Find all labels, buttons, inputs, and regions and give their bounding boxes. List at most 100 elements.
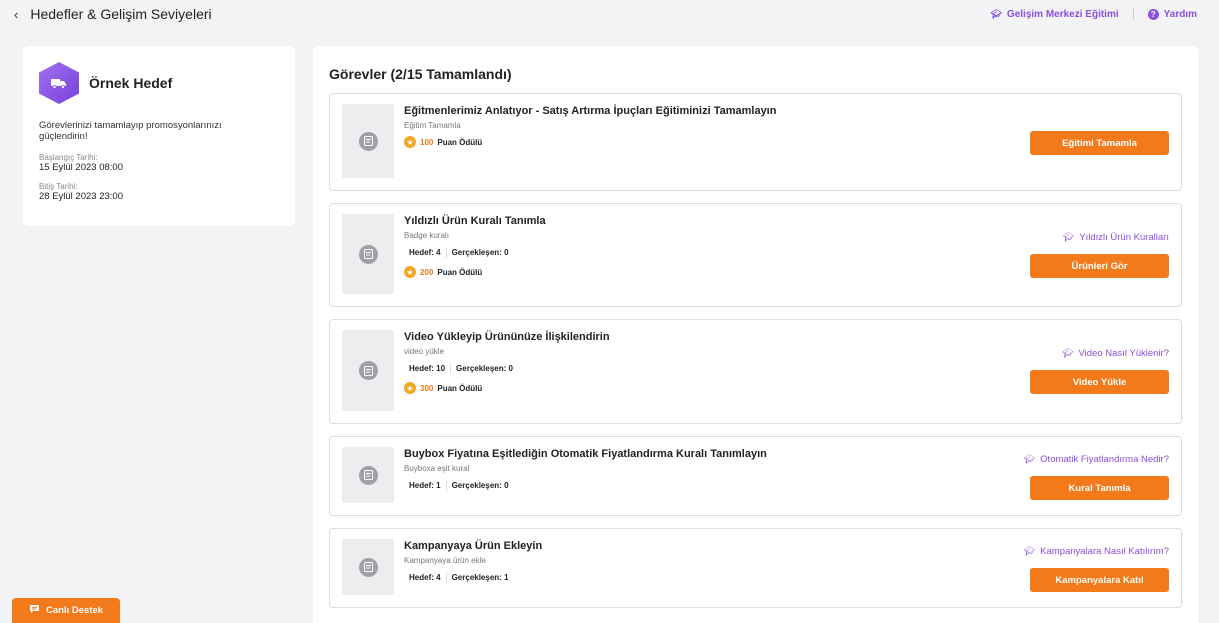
task-thumbnail	[342, 447, 394, 503]
define-rule-button[interactable]: Kural Tanımla	[1030, 476, 1169, 500]
graduation-cap-icon: 🎓︎	[1062, 348, 1074, 358]
task-subtitle: Eğitim Tamamla	[404, 121, 461, 130]
task-stats: Hedef: 4 Gerçekleşen: 1	[404, 571, 542, 584]
complete-training-button[interactable]: Eğitimi Tamamla	[1030, 131, 1169, 155]
task-card: Yıldızlı Ürün Kuralı Tanımla Badge kural…	[329, 203, 1182, 307]
document-icon	[358, 557, 378, 577]
document-icon	[358, 131, 378, 151]
task-card: Eğitmenlerimiz Anlatıyor - Satış Artırma…	[329, 93, 1182, 191]
top-bar: ‹ Hedefler & Gelişim Seviyeleri 🎓︎ Geliş…	[0, 0, 1219, 28]
target-label: Hedef:	[409, 364, 434, 373]
join-campaigns-button[interactable]: Kampanyalara Katıl	[1030, 568, 1169, 592]
help-icon: ?	[1147, 8, 1159, 20]
task-body: Kampanyaya Ürün Ekleyin Kampanyaya ürün …	[404, 539, 542, 597]
chat-icon	[29, 604, 40, 617]
target-stat: Hedef: 10	[404, 362, 450, 375]
task-stats: Hedef: 1 Gerçekleşen: 0	[404, 479, 767, 492]
help-link-label: Yardım	[1163, 8, 1197, 20]
goal-title: Örnek Hedef	[89, 75, 173, 91]
actual-value: 0	[504, 248, 509, 257]
task-subtitle: Buyboxa eşit kural	[404, 464, 470, 473]
training-link[interactable]: 🎓︎ Gelişim Merkezi Eğitimi	[990, 9, 1118, 20]
reward-points: 300	[420, 383, 434, 393]
actual-label: Gerçekleşen:	[451, 481, 502, 490]
end-date-value: 28 Eylül 2023 23:00	[39, 190, 123, 202]
target-value: 10	[436, 364, 446, 373]
task-reward: ★ 300 Puan Ödülü	[404, 382, 610, 394]
graduation-cap-icon: 🎓︎	[1062, 232, 1075, 242]
help-link[interactable]: ? Yardım	[1147, 8, 1197, 20]
guide-link[interactable]: 🎓︎ Otomatik Fiyatlandırma Nedir?	[1024, 454, 1169, 465]
goal-card: Örnek Hedef Görevlerinizi tamamlayıp pro…	[23, 46, 295, 226]
document-icon	[358, 244, 378, 264]
task-thumbnail	[342, 214, 394, 294]
truck-icon	[39, 62, 79, 104]
task-actions: 🎓︎ Kampanyalara Nasıl Katılırım? Kampany…	[1024, 546, 1169, 592]
task-title: Yıldızlı Ürün Kuralı Tanımla	[404, 215, 546, 227]
header-links: 🎓︎ Gelişim Merkezi Eğitimi ? Yardım	[990, 8, 1197, 20]
goal-description: Görevlerinizi tamamlayıp promosyonlarını…	[39, 120, 222, 143]
header-left: ‹ Hedefler & Gelişim Seviyeleri	[14, 6, 212, 22]
guide-link[interactable]: 🎓︎ Yıldızlı Ürün Kuralları	[1063, 232, 1169, 243]
live-support-label: Canlı Destek	[45, 605, 104, 616]
target-stat: Hedef: 4	[404, 246, 446, 259]
upload-video-button[interactable]: Video Yükle	[1030, 370, 1169, 394]
actual-label: Gerçekleşen:	[451, 248, 502, 257]
graduation-cap-icon: 🎓︎	[1023, 454, 1036, 464]
task-title: Buybox Fiyatına Eşitlediğin Otomatik Fiy…	[404, 448, 767, 460]
task-title: Kampanyaya Ürün Ekleyin	[404, 540, 543, 552]
task-body: Video Yükleyip Ürününüze İlişkilendirin …	[404, 330, 610, 413]
reward-suffix: Puan Ödülü	[437, 267, 483, 277]
star-icon: ★	[404, 382, 416, 394]
document-icon	[358, 361, 378, 380]
task-actions: 🎓︎ Otomatik Fiyatlandırma Nedir? Kural T…	[1024, 454, 1169, 500]
actual-stat: Gerçekleşen: 0	[447, 246, 514, 259]
live-support-button[interactable]: Canlı Destek	[12, 598, 120, 623]
tasks-title: Görevler (2/15 Tamamlandı)	[329, 66, 512, 82]
back-chevron-icon[interactable]: ‹	[14, 7, 18, 22]
task-body: Eğitmenlerimiz Anlatıyor - Satış Artırma…	[404, 104, 776, 180]
actual-stat: Gerçekleşen: 0	[447, 479, 514, 492]
task-reward: ★ 200 Puan Ödülü	[404, 266, 546, 278]
star-icon: ★	[404, 266, 416, 278]
goal-header: Örnek Hedef	[39, 62, 279, 104]
training-link-label: Gelişim Merkezi Eğitimi	[1006, 8, 1119, 20]
actual-label: Gerçekleşen:	[451, 573, 502, 582]
guide-link[interactable]: 🎓︎ Video Nasıl Yüklenir?	[1062, 348, 1169, 359]
task-subtitle: video yükle	[404, 347, 445, 356]
task-title: Video Yükleyip Ürününüze İlişkilendirin	[404, 331, 610, 343]
tasks-panel: Görevler (2/15 Tamamlandı) Eğitmenlerimi…	[313, 46, 1198, 623]
task-thumbnail	[342, 330, 394, 411]
target-label: Hedef:	[409, 573, 434, 582]
task-actions: 🎓︎ Yıldızlı Ürün Kuralları Ürünleri Gör	[1030, 232, 1169, 278]
task-thumbnail	[342, 539, 394, 595]
task-body: Buybox Fiyatına Eşitlediğin Otomatik Fiy…	[404, 447, 767, 505]
guide-link-label: Video Nasıl Yüklenir?	[1078, 348, 1169, 359]
divider	[1132, 8, 1134, 20]
task-stats: Hedef: 10 Gerçekleşen: 0	[404, 362, 610, 375]
guide-link[interactable]: 🎓︎ Kampanyalara Nasıl Katılırım?	[1024, 546, 1169, 557]
actual-stat: Gerçekleşen: 1	[447, 571, 514, 584]
target-value: 1	[436, 481, 441, 490]
actual-stat: Gerçekleşen: 0	[451, 362, 518, 375]
guide-link-label: Otomatik Fiyatlandırma Nedir?	[1040, 454, 1169, 465]
reward-suffix: Puan Ödülü	[437, 137, 483, 147]
task-title: Eğitmenlerimiz Anlatıyor - Satış Artırma…	[404, 105, 777, 117]
target-stat: Hedef: 1	[404, 479, 446, 492]
guide-link-label: Yıldızlı Ürün Kuralları	[1079, 232, 1169, 243]
target-stat: Hedef: 4	[404, 571, 446, 584]
task-card: Kampanyaya Ürün Ekleyin Kampanyaya ürün …	[329, 528, 1182, 608]
reward-points: 100	[420, 137, 434, 147]
actual-label: Gerçekleşen:	[456, 364, 507, 373]
task-subtitle: Kampanyaya ürün ekle	[404, 556, 486, 565]
view-products-button[interactable]: Ürünleri Gör	[1030, 254, 1169, 278]
task-card: Video Yükleyip Ürününüze İlişkilendirin …	[329, 319, 1182, 424]
task-card: Buybox Fiyatına Eşitlediğin Otomatik Fiy…	[329, 436, 1182, 516]
graduation-cap-icon: 🎓︎	[990, 8, 1002, 19]
document-icon	[358, 465, 378, 485]
task-stats: Hedef: 4 Gerçekleşen: 0	[404, 246, 546, 259]
actual-value: 0	[504, 481, 509, 490]
task-body: Yıldızlı Ürün Kuralı Tanımla Badge kural…	[404, 214, 546, 296]
graduation-cap-icon: 🎓︎	[1023, 546, 1036, 556]
start-date-value: 15 Eylül 2023 08:00	[39, 161, 123, 173]
